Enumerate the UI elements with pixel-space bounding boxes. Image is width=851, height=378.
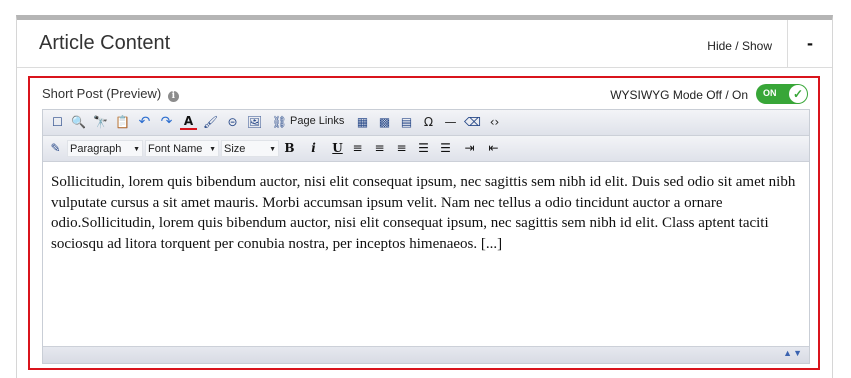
short-post-label-text: Short Post (Preview) — [42, 86, 162, 101]
wysiwyg-mode-label: WYSIWYG Mode Off / On — [610, 88, 748, 102]
chevron-down-icon: ▼ — [269, 146, 276, 153]
italic-icon[interactable]: i — [305, 140, 322, 157]
indent-icon[interactable]: ⇥ — [461, 140, 478, 157]
toolbar-row-1: ☐ 🔍 🔭 📋 ↶ ↷ A 🖌 ⊝ 🖼 ⛓ Page Links ▦ ▩ ▤ Ω — ⌫ ‹› — [43, 110, 809, 136]
font-color-icon[interactable]: A — [180, 114, 197, 130]
outdent-icon[interactable]: ⇤ — [485, 140, 502, 157]
chevron-down-icon: ▼ — [133, 146, 140, 153]
panel-header: Article Content Hide / Show - — [17, 20, 832, 68]
link-icon[interactable]: ⊝ — [224, 114, 241, 131]
font-name-select[interactable]: Font Name ▼ — [145, 140, 219, 157]
omega-icon[interactable]: Ω — [420, 114, 437, 131]
source-code-icon[interactable]: ‹› — [486, 114, 503, 131]
template-icon[interactable]: ▤ — [398, 114, 415, 131]
check-icon: ✓ — [789, 85, 807, 103]
chevron-down-icon: ▼ — [209, 146, 216, 153]
find-icon[interactable]: 🔍 — [70, 114, 87, 131]
table-edit-icon[interactable]: ▩ — [376, 114, 393, 131]
align-right-icon[interactable]: ≡ — [393, 140, 410, 157]
unordered-list-icon[interactable]: ☰ — [437, 140, 454, 157]
image-icon[interactable]: 🖼 — [246, 114, 263, 131]
paragraph-select[interactable]: Paragraph ▼ — [67, 140, 143, 157]
panel-title: Article Content — [39, 32, 171, 54]
wysiwyg-toggle[interactable]: ON ✓ — [756, 84, 808, 104]
short-post-field: Short Post (Preview) i WYSIWYG Mode Off … — [28, 76, 820, 370]
rich-text-editor: ☐ 🔍 🔭 📋 ↶ ↷ A 🖌 ⊝ 🖼 ⛓ Page Links ▦ ▩ ▤ Ω — ⌫ ‹› ✎ Paragrap… — [42, 109, 810, 364]
info-icon[interactable]: i — [167, 91, 179, 102]
resize-icon[interactable]: ▲▼ — [783, 348, 803, 358]
horizontal-rule-icon[interactable]: — — [442, 114, 459, 131]
hide-show-link[interactable]: Hide / Show — [707, 39, 772, 53]
eraser-icon[interactable]: ⌫ — [464, 114, 481, 131]
toolbar-row-2: ✎ Paragraph ▼ Font Name ▼ Size ▼ Bi U ≡ ≡ ≡ ☰ ☰ ⇥ ⇤ — [43, 136, 809, 162]
page-links-label[interactable]: Page Links — [290, 115, 344, 127]
paragraph-select-value: Paragraph — [70, 143, 122, 155]
style-icon[interactable]: ✎ — [47, 140, 64, 157]
highlight-icon[interactable]: 🖌 — [202, 114, 219, 131]
toggle-label: ON — [763, 88, 777, 98]
find-replace-icon[interactable]: 🔭 — [92, 114, 109, 131]
editor-status-bar: ▲▼ — [43, 346, 809, 363]
table-icon[interactable]: ▦ — [354, 114, 371, 131]
size-select[interactable]: Size ▼ — [221, 140, 279, 157]
bold-icon[interactable]: B — [281, 140, 298, 157]
editor-content[interactable]: Sollicitudin, lorem quis bibendum auctor… — [43, 163, 809, 347]
align-center-icon[interactable]: ≡ — [371, 140, 388, 157]
undo-icon[interactable]: ↶ — [136, 114, 153, 131]
select-all-icon[interactable]: ☐ — [49, 114, 66, 131]
underline-icon[interactable]: U — [329, 140, 346, 157]
short-post-label: Short Post (Preview) i — [42, 86, 179, 102]
paste-icon[interactable]: 📋 — [114, 114, 131, 131]
redo-icon[interactable]: ↷ — [158, 114, 175, 131]
ordered-list-icon[interactable]: ☰ — [415, 140, 432, 157]
page-links-icon[interactable]: ⛓ — [271, 114, 288, 131]
size-select-value: Size — [224, 143, 246, 155]
font-name-select-value: Font Name — [148, 143, 203, 155]
align-left-icon[interactable]: ≡ — [349, 140, 366, 157]
collapse-button[interactable]: - — [788, 20, 832, 67]
